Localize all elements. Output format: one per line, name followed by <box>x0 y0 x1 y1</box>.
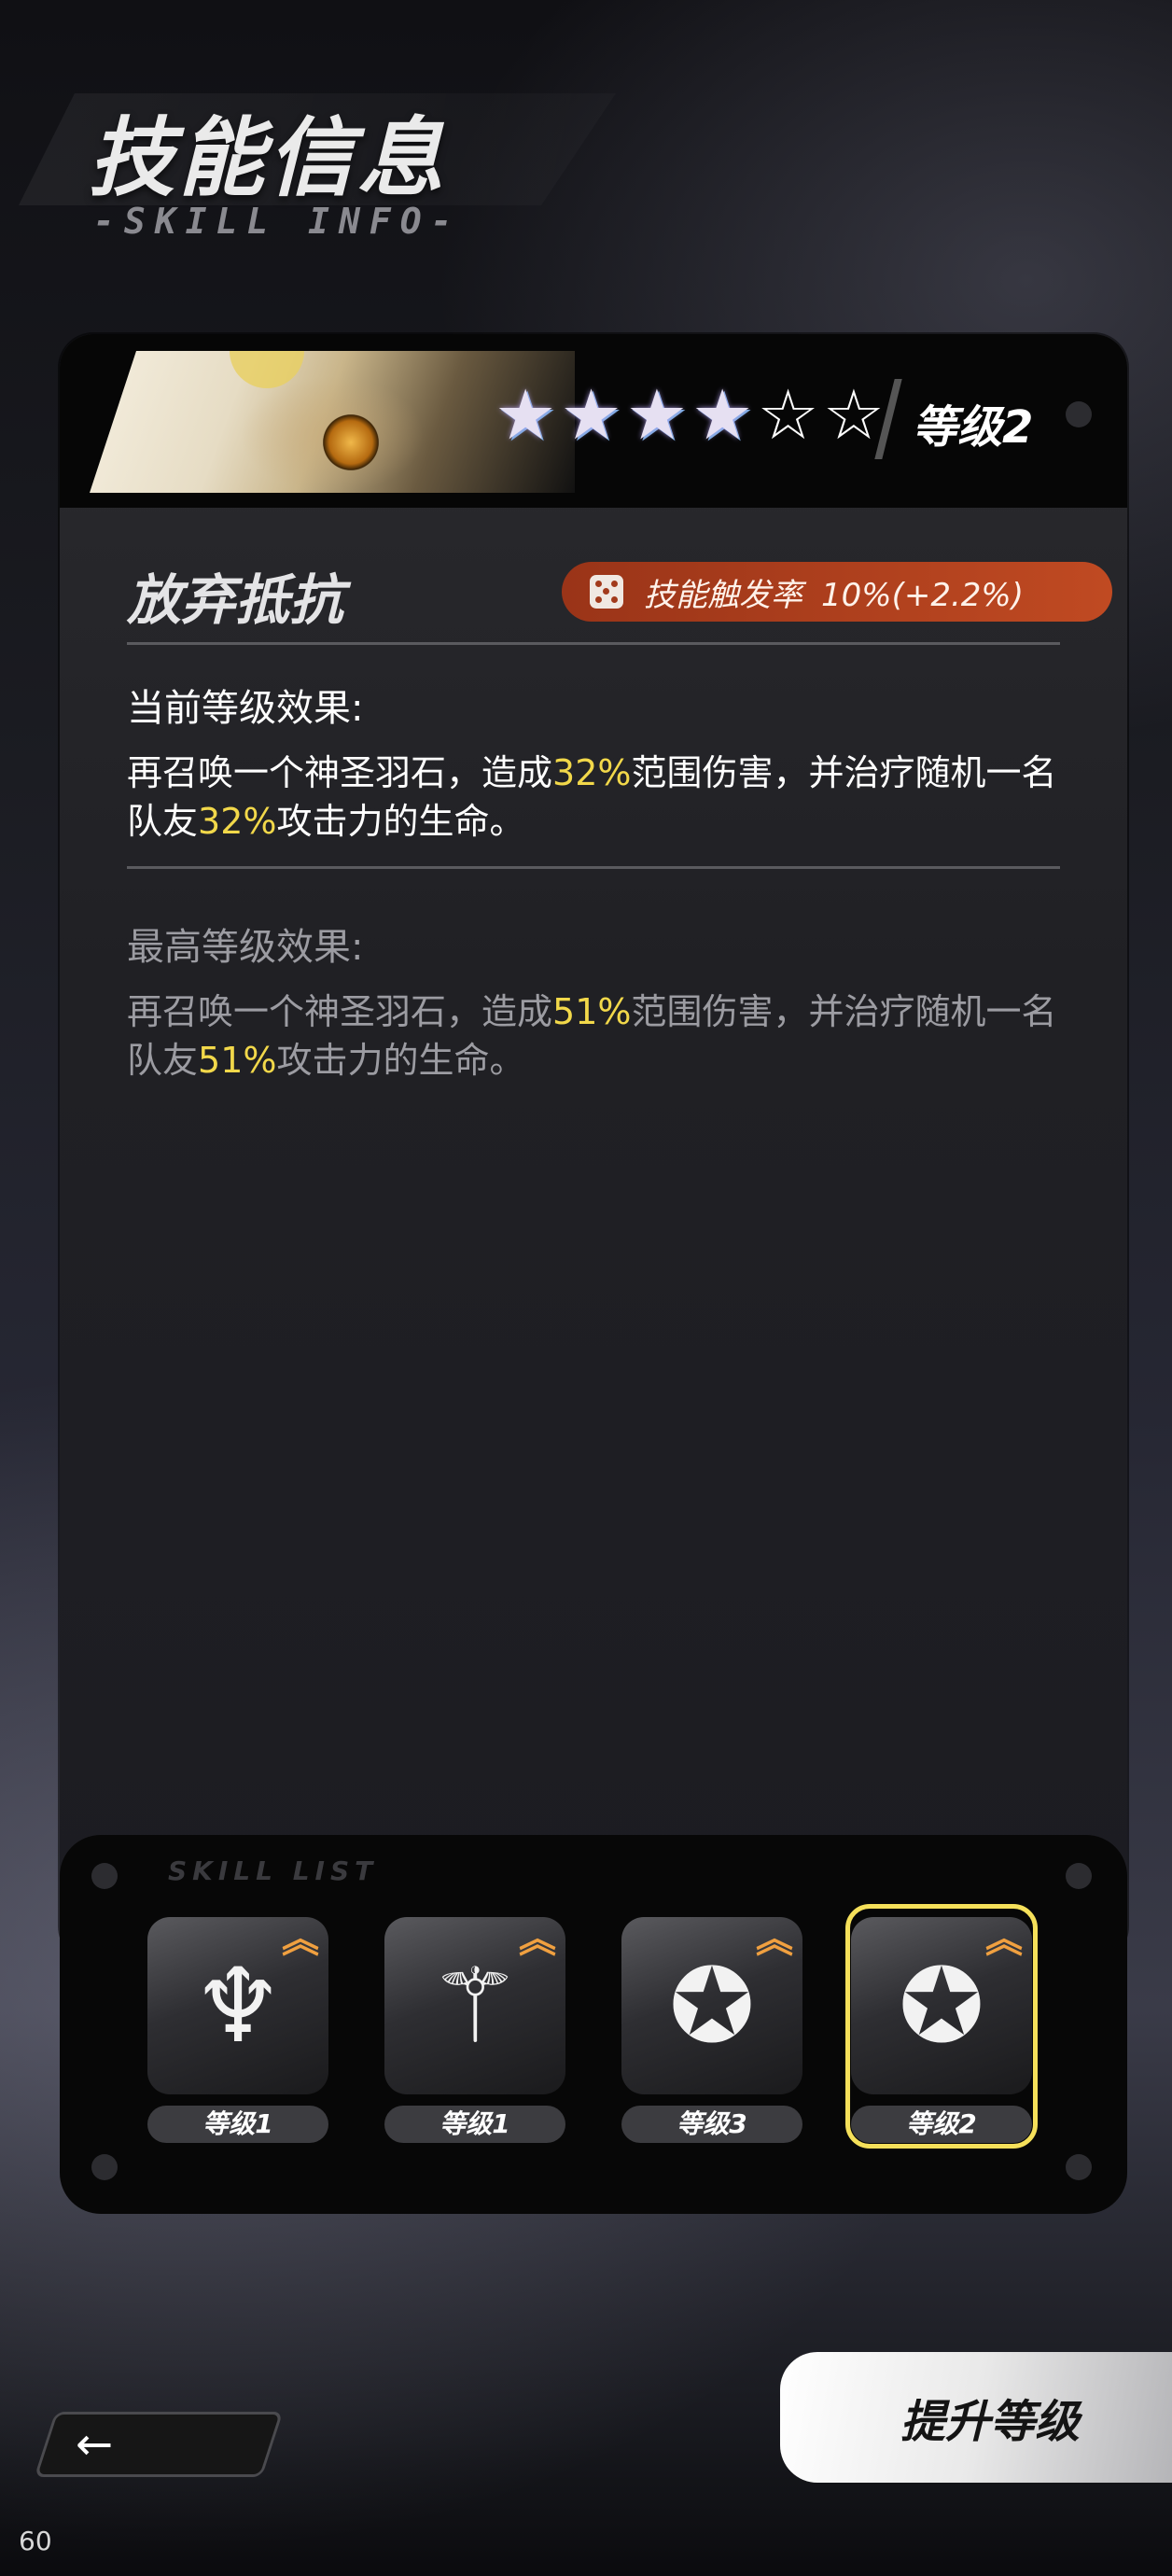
rivet <box>91 1863 118 1889</box>
arrow-left-icon: ← <box>76 2418 114 2471</box>
upgrade-level-label: 提升等级 <box>900 2396 1080 2448</box>
star-filled-icon: ★ <box>560 375 622 455</box>
skill-slot-2[interactable]: ⚚ ︽ 等级1 <box>384 1917 565 2143</box>
max-effect-text: 再召唤一个神圣羽石，造成51%范围伤害，并治疗随机一名队友51%攻击力的生命。 <box>127 991 1057 1081</box>
divider <box>127 866 1060 869</box>
star-filled-icon: ★ <box>495 375 557 455</box>
page-subtitle: -SKILL INFO- <box>93 201 462 242</box>
dice-icon <box>590 575 623 609</box>
upgrade-arrow-icon: ︽ <box>519 1918 556 1961</box>
divider <box>127 642 1060 645</box>
star-rating: ★ ★ ★ ★ ☆ ☆ <box>495 381 885 450</box>
current-effect-text: 再召唤一个神圣羽石，造成32%范围伤害，并治疗随机一名队友32%攻击力的生命。 <box>127 752 1057 842</box>
skill-list-panel: SKILL LIST ♆ ︽ 等级1 ⚚ ︽ 等级1 ✪ ︽ 等级3 ✪ ︽ 等… <box>60 1835 1127 2214</box>
skill-slot-level: 等级3 <box>621 2106 802 2143</box>
skill-slot-3[interactable]: ✪ ︽ 等级3 <box>621 1917 802 2143</box>
skill-name: 放弃抵抗 <box>127 568 344 632</box>
star-filled-icon: ★ <box>625 375 689 455</box>
current-effect-title: 当前等级效果: <box>127 687 364 730</box>
card-header: ★ ★ ★ ★ ☆ ☆ 等级2 <box>60 334 1127 508</box>
upgrade-arrow-icon: ︽ <box>756 1918 793 1961</box>
skill-list-label: SKILL LIST <box>168 1855 379 1886</box>
skill-slot-4[interactable]: ✪ ︽ 等级2 <box>851 1917 1032 2143</box>
trigger-rate-label: 技能触发率 10%(+2.2%) <box>644 576 1024 614</box>
skill-slot-1[interactable]: ♆ ︽ 等级1 <box>147 1917 328 2143</box>
upgrade-level-button[interactable]: 提升等级 <box>780 2352 1172 2483</box>
star-empty-icon: ☆ <box>757 375 819 455</box>
skill-level-badge: 等级2 <box>913 401 1034 454</box>
rivet <box>1066 2154 1092 2180</box>
page-title: 技能信息 <box>89 108 448 208</box>
star-empty-icon: ☆ <box>822 375 886 455</box>
back-button[interactable]: ← <box>34 2412 284 2477</box>
upgrade-arrow-icon: ︽ <box>985 1918 1023 1961</box>
rivet <box>91 2154 118 2180</box>
skill-info-card: ★ ★ ★ ★ ☆ ☆ 等级2 放弃抵抗 技能触发率 10%(+2.2%) 当前等… <box>60 334 1127 1960</box>
rivet <box>1066 401 1092 427</box>
skill-slot-level: 等级1 <box>384 2106 565 2143</box>
skill-slot-level: 等级2 <box>851 2106 1032 2143</box>
max-effect-title: 最高等级效果: <box>127 926 364 969</box>
fps-counter: 60 <box>19 2526 52 2556</box>
star-filled-icon: ★ <box>691 375 754 455</box>
skill-slot-level: 等级1 <box>147 2106 328 2143</box>
rivet <box>1066 1863 1092 1889</box>
trigger-rate-badge: 技能触发率 10%(+2.2%) <box>562 562 1112 622</box>
upgrade-arrow-icon: ︽ <box>282 1918 319 1961</box>
